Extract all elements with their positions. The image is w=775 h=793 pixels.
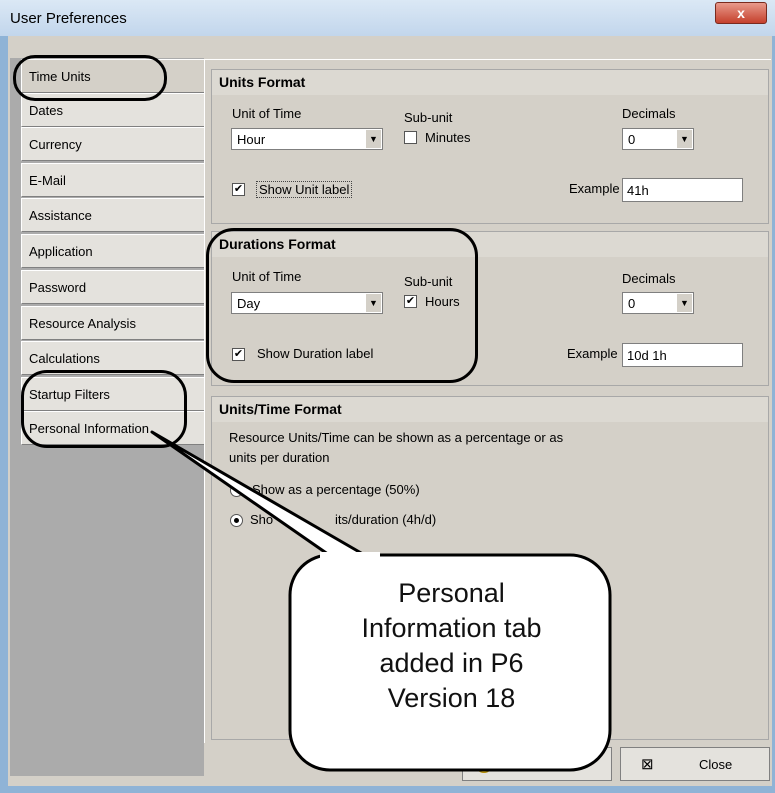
- callout-text: Personal Information tab added in P6 Ver…: [298, 576, 605, 716]
- callout-line: Personal: [398, 578, 505, 608]
- user-preferences-window: User Preferences x Time Units Dates Curr…: [0, 0, 775, 793]
- callout-line: added in P6: [379, 648, 524, 678]
- callout-line: Information tab: [361, 613, 542, 643]
- callout-line: Version 18: [387, 683, 516, 713]
